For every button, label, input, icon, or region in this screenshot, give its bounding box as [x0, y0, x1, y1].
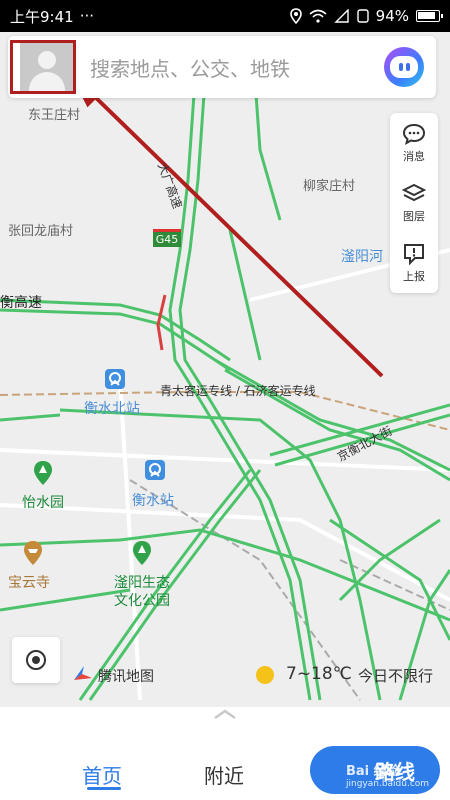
map-label-temple[interactable]: 宝云寺 — [8, 572, 50, 592]
search-input[interactable]: 搜索地点、公交、地铁 — [90, 53, 384, 82]
map-view[interactable]: G45 — [0, 32, 450, 707]
location-icon — [289, 8, 302, 24]
park-icon[interactable] — [32, 460, 54, 490]
locate-button[interactable] — [12, 637, 60, 683]
watermark-url: jingyan.baidu.com — [346, 779, 430, 789]
map-label-park[interactable]: 文化公园 — [114, 590, 170, 610]
temple-icon[interactable] — [22, 540, 44, 570]
tool-layers[interactable]: 图层 — [390, 173, 438, 233]
map-label-river: 滏阳河 — [341, 249, 383, 265]
wifi-icon — [309, 9, 327, 23]
tool-label: 消息 — [403, 149, 425, 163]
chevron-up-icon[interactable] — [212, 706, 238, 720]
train-station-icon[interactable] — [105, 369, 125, 389]
locate-icon — [26, 650, 46, 670]
map-label-rail: 青太客运专线 / 石济客运专线 — [160, 384, 316, 398]
watermark: Bai 经验 jingyan.baidu.com — [346, 760, 429, 789]
weather-temperature[interactable]: 7~18℃ — [286, 664, 352, 684]
tab-nearby[interactable]: 附近 — [204, 760, 244, 789]
tab-home[interactable]: 首页 — [82, 760, 122, 789]
status-bar: 上午9:41 ··· 94% — [0, 0, 450, 32]
map-label-village: 张回龙庙村 — [8, 224, 74, 239]
sun-icon — [256, 666, 274, 684]
map-brand-label: 腾讯地图 — [98, 669, 154, 685]
map-label-park[interactable]: 怡水园 — [22, 492, 64, 512]
map-label-station[interactable]: 衡水站 — [132, 490, 174, 510]
status-time: 上午9:41 — [10, 7, 74, 26]
layers-icon — [402, 183, 426, 201]
map-label-station-north[interactable]: 衡水北站 — [84, 398, 140, 418]
map-roads — [0, 76, 450, 701]
map-label-village: 柳家庄村 — [303, 179, 356, 194]
map-label-village: 东王庄村 — [28, 108, 81, 123]
tab-home-indicator — [87, 787, 121, 790]
tencent-map-logo-icon — [72, 664, 94, 686]
signal-icon — [333, 9, 349, 23]
tool-label: 上报 — [403, 269, 425, 283]
train-station-icon[interactable] — [145, 460, 165, 480]
traffic-restriction[interactable]: 今日不限行 — [358, 665, 433, 686]
report-icon — [404, 243, 424, 265]
watermark-text: Bai 经验 — [346, 764, 400, 779]
tool-report[interactable]: 上报 — [390, 233, 438, 293]
battery-percent: 94% — [375, 7, 409, 25]
map-label-heng-highway: 衡高速 — [0, 295, 42, 311]
avatar-highlight-box — [10, 40, 76, 94]
tool-message[interactable]: 消息 — [390, 113, 438, 173]
status-dots: ··· — [79, 7, 94, 25]
battery-icon — [416, 10, 443, 22]
park-icon[interactable] — [131, 540, 153, 570]
assistant-icon[interactable] — [384, 47, 424, 87]
map-tool-panel: 消息 图层 上报 — [390, 113, 438, 293]
highway-shield: G45 — [153, 229, 181, 247]
message-icon — [402, 123, 426, 145]
sim-icon — [356, 9, 369, 23]
map-label-park[interactable]: 滏阳生态 — [114, 572, 170, 592]
tool-label: 图层 — [403, 209, 425, 223]
